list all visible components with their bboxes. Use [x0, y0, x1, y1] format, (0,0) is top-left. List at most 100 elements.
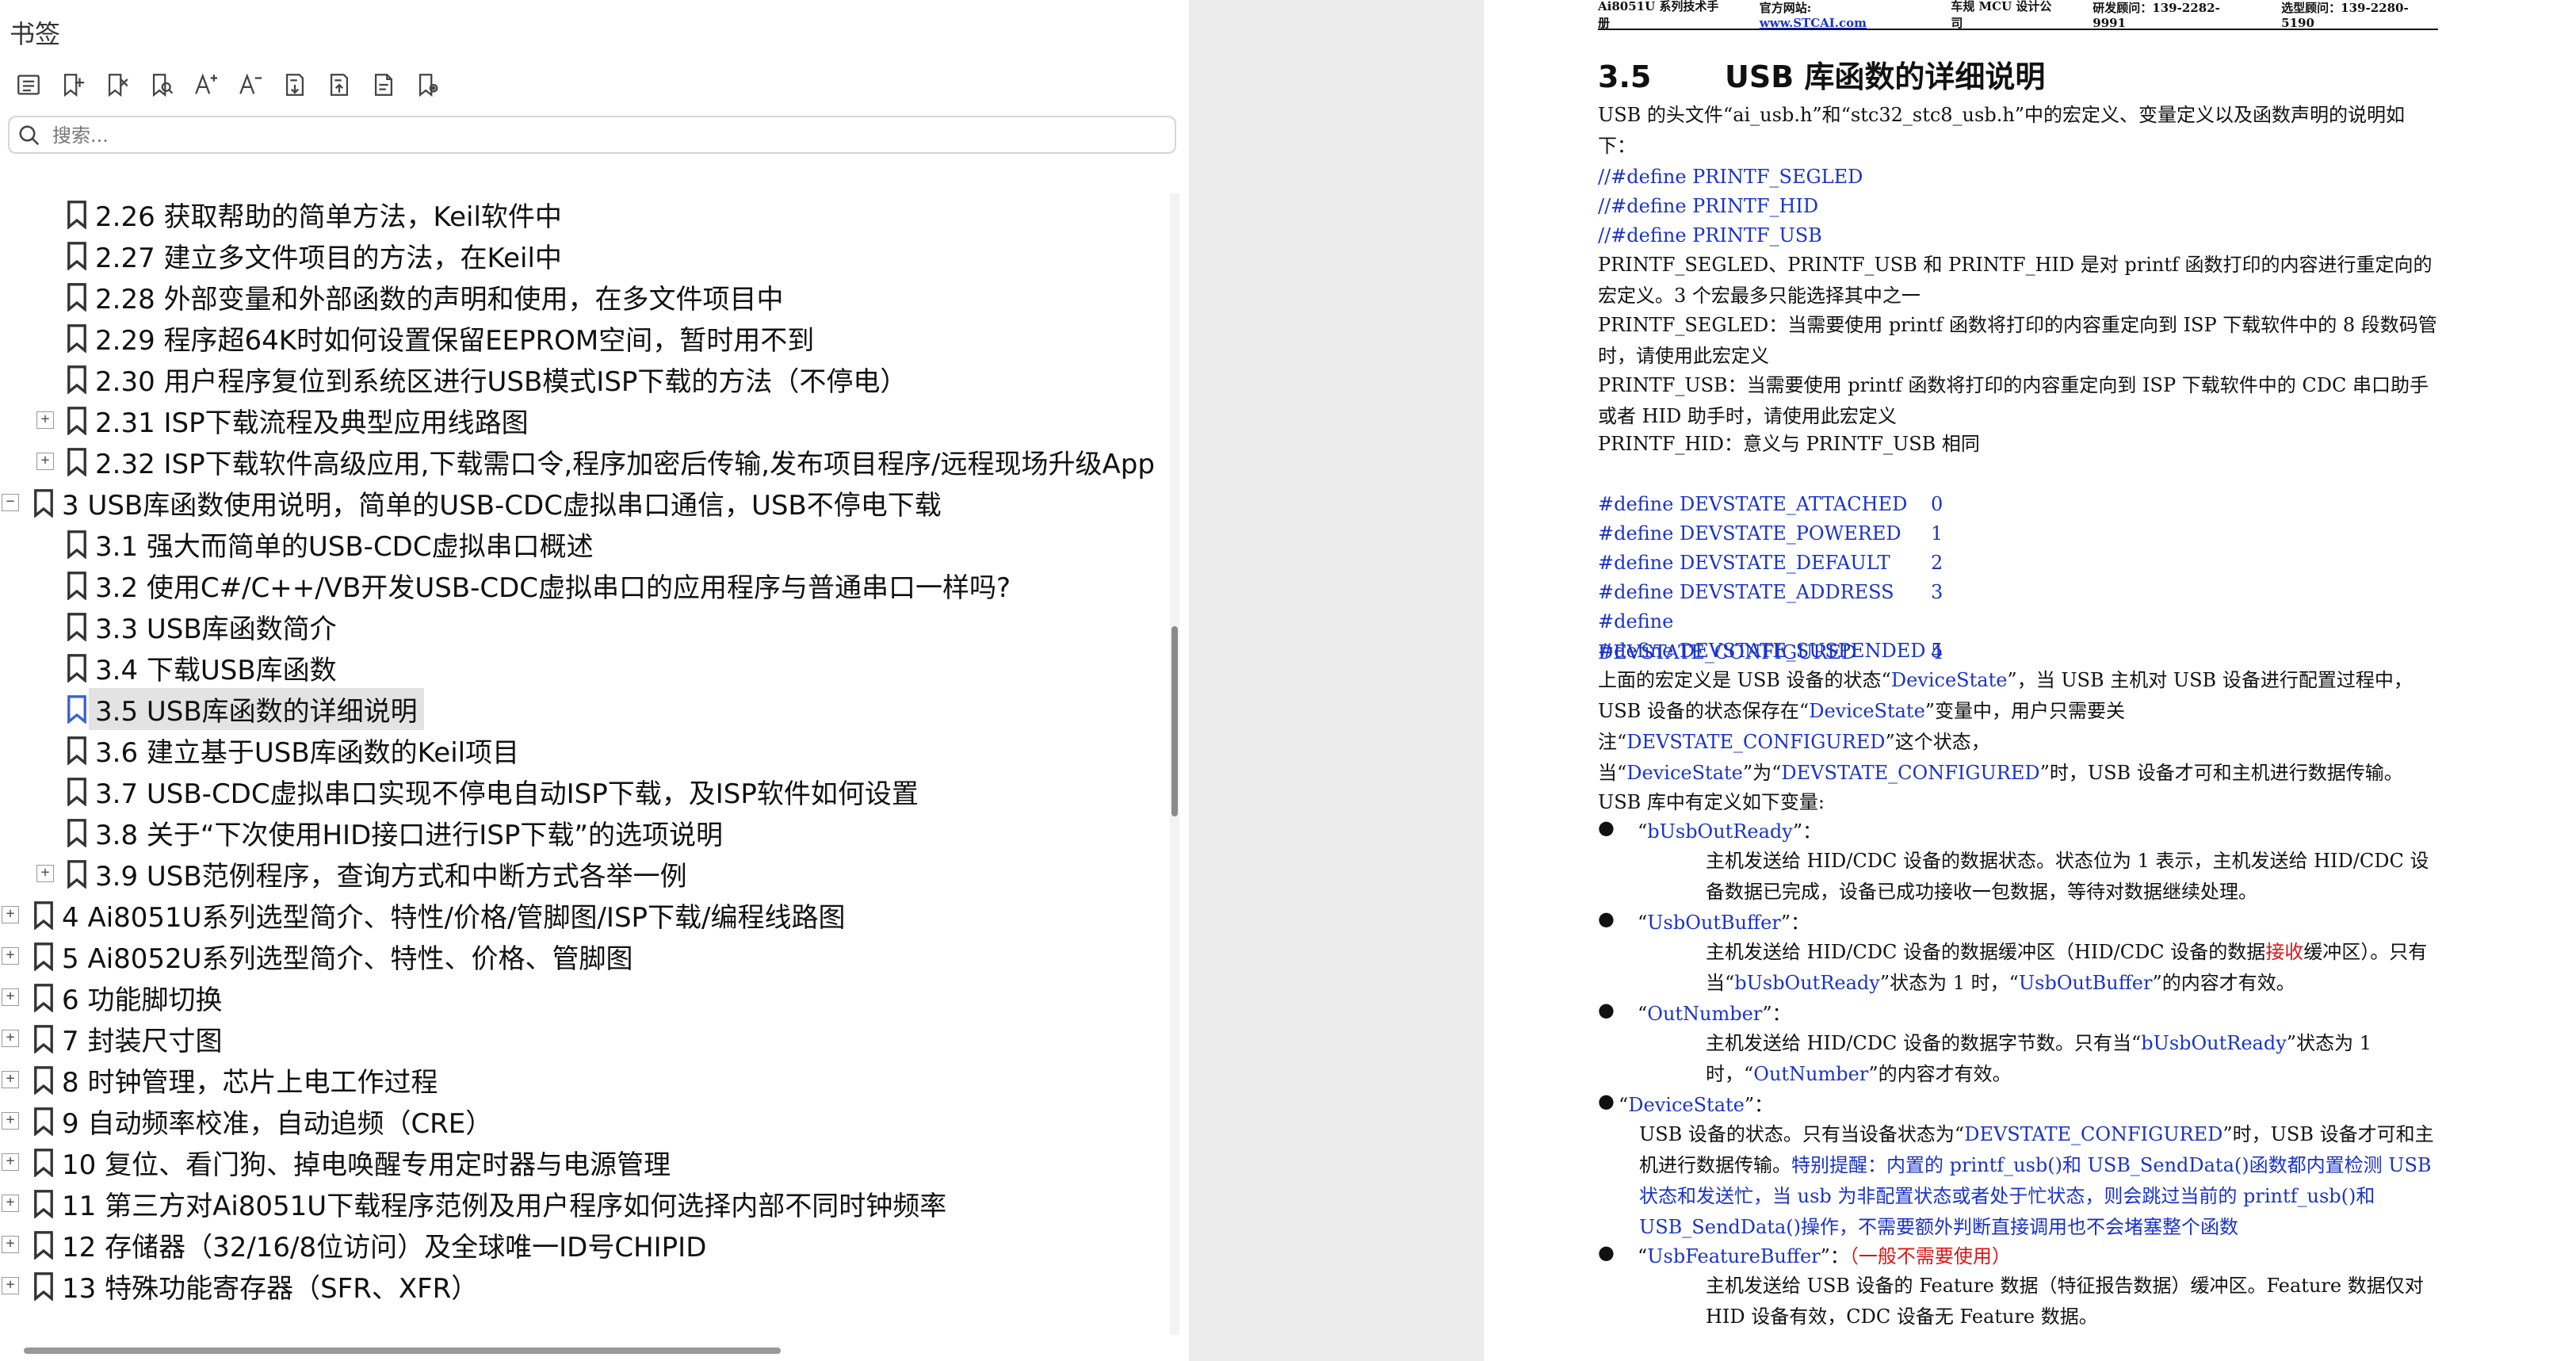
- bookmark-item[interactable]: +4 Ai8051U系列选型简介、特性/价格/管脚图/ISP下载/编程线路图: [0, 894, 1165, 935]
- bookmark-item[interactable]: +13 特殊功能寄存器（SFR、XFR）: [0, 1265, 1165, 1306]
- bookmark-label: 3 USB库函数使用说明，简单的USB-CDC虚拟串口通信，USB不停电下载: [62, 489, 942, 522]
- var-name-busboutready: “bUsbOutReady”：: [1638, 820, 1822, 843]
- expand-toggle-icon[interactable]: +: [2, 1195, 19, 1212]
- bookmark-icon: [67, 818, 87, 848]
- expand-toggle-icon[interactable]: +: [2, 1236, 19, 1253]
- bookmark-item[interactable]: 2.30 用户程序复位到系统区进行USB模式ISP下载的方法（不停电）: [0, 358, 1165, 400]
- bookmark-label: 2.32 ISP下载软件高级应用,下载需口令,程序加密后传输,发布项目程序/远程…: [95, 448, 1155, 480]
- bookmark-icon: [67, 736, 87, 766]
- collapse-all-icon[interactable]: [320, 66, 358, 104]
- expand-toggle-icon[interactable]: +: [2, 1030, 19, 1047]
- expand-toggle-icon[interactable]: +: [2, 1277, 19, 1294]
- var-name-usbfeaturebuffer: “UsbFeatureBuffer”：（一般不需要使用）: [1638, 1245, 2011, 1267]
- var-desc-usboutbuffer: 主机发送给 HID/CDC 设备的数据缓冲区（HID/CDC 设备的数据接收缓冲…: [1706, 941, 2428, 994]
- expand-toggle-icon[interactable]: +: [36, 453, 54, 470]
- bookmark-icon: [67, 447, 87, 477]
- bookmark-item[interactable]: +12 存储器（32/16/8位访问）及全球唯一ID号CHIPID: [0, 1224, 1165, 1265]
- bookmark-label: 11 第三方对Ai8051U下载程序范例及用户程序如何选择内部不同时钟频率: [62, 1190, 947, 1222]
- search-bookmark-icon[interactable]: [143, 66, 181, 104]
- bookmark-item[interactable]: 3.4 下载USB库函数: [0, 647, 1165, 688]
- bookmark-search-field[interactable]: [8, 116, 1176, 154]
- expand-toggle-icon[interactable]: +: [36, 865, 54, 882]
- add-bookmark-icon[interactable]: [54, 66, 92, 104]
- bookmark-item[interactable]: +2.32 ISP下载软件高级应用,下载需口令,程序加密后传输,发布项目程序/远…: [0, 441, 1165, 482]
- bookmark-icon: [67, 612, 87, 642]
- bookmark-label: 3.8 关于“下次使用HID接口进行ISP下载”的选项说明: [95, 819, 723, 851]
- bookmark-icon: [67, 859, 87, 889]
- usb-description: PRINTF_USB：当需要使用 printf 函数将打印的内容重定向到 ISP…: [1598, 374, 2429, 427]
- bookmark-icon: [67, 694, 87, 724]
- bookmark-search-input[interactable]: [51, 120, 1164, 151]
- bookmark-item[interactable]: +10 复位、看门狗、掉电唤醒专用定时器与电源管理: [0, 1141, 1165, 1183]
- devstate-paragraph: 上面的宏定义是 USB 设备的状态“DeviceState”，当 USB 主机对…: [1598, 669, 2413, 784]
- bookmark-item[interactable]: 2.28 外部变量和外部函数的声明和使用，在多文件项目中: [0, 276, 1165, 317]
- bookmark-icon: [67, 282, 87, 312]
- bookmark-item[interactable]: +3.9 USB范例程序，查询方式和中断方式各举一例: [0, 853, 1165, 894]
- bookmark-icon: [33, 983, 54, 1013]
- printf-define-3: //#define PRINTF_USB: [1598, 224, 1822, 247]
- bookmark-icon: [67, 241, 87, 271]
- bullet-dot: ●: [1598, 999, 1615, 1021]
- header-site: 官方网站: www.STCAI.com: [1759, 0, 1867, 30]
- bookmark-item[interactable]: 2.29 程序超64K时如何设置保留EEPROM空间，暂时用不到: [0, 317, 1165, 358]
- bullet-dot: ●: [1598, 816, 1615, 839]
- bookmark-item[interactable]: +8 时钟管理，芯片上电工作过程: [0, 1059, 1165, 1100]
- bullet-dot: ●: [1598, 1090, 1615, 1112]
- bookmark-item[interactable]: 3.2 使用C#/C++/VB开发USB-CDC虚拟串口的应用程序与普通串口一样…: [0, 564, 1165, 606]
- bookmark-item[interactable]: +5 Ai8052U系列选型简介、特性、价格、管脚图: [0, 935, 1165, 977]
- expand-toggle-icon[interactable]: +: [2, 1071, 19, 1088]
- bookmark-item[interactable]: 3.6 建立基于USB库函数的Keil项目: [0, 729, 1165, 770]
- bookmark-item[interactable]: 3.5 USB库函数的详细说明: [0, 687, 1165, 730]
- bookmark-item[interactable]: 3.3 USB库函数简介: [0, 606, 1165, 647]
- bookmark-item[interactable]: +11 第三方对Ai8051U下载程序范例及用户程序如何选择内部不同时钟频率: [0, 1183, 1165, 1224]
- expand-toggle-icon[interactable]: +: [2, 1112, 19, 1130]
- printf-define-1: //#define PRINTF_SEGLED: [1598, 166, 1863, 188]
- font-smaller-icon[interactable]: [231, 66, 269, 104]
- delete-bookmark-icon[interactable]: [98, 66, 136, 104]
- bookmark-item[interactable]: 3.7 USB-CDC虚拟串口实现不停电自动ISP下载，及ISP软件如何设置: [0, 770, 1165, 812]
- bookmark-item[interactable]: 2.27 建立多文件项目的方法，在Keil中: [0, 235, 1165, 276]
- printf-description: PRINTF_SEGLED、PRINTF_USB 和 PRINTF_HID 是对…: [1598, 254, 2433, 307]
- horizontal-scrollbar-thumb[interactable]: [24, 1348, 781, 1354]
- expand-all-icon[interactable]: [276, 66, 314, 104]
- bookmark-icon: [67, 777, 87, 807]
- bookmark-label: 2.28 外部变量和外部函数的声明和使用，在多文件项目中: [95, 283, 784, 315]
- bookmark-file-icon[interactable]: [365, 66, 403, 104]
- bookmark-item[interactable]: 2.26 获取帮助的简单方法，Keil软件中: [0, 193, 1165, 235]
- bookmarks-panel: 书签 2.26 获取帮助的简单方法，Keil软件中 2.27 建立多文件项目的方法…: [0, 0, 1189, 1361]
- vertical-scrollbar-thumb[interactable]: [1171, 626, 1178, 816]
- bookmark-settings-icon[interactable]: [409, 66, 447, 104]
- bookmark-label: 5 Ai8052U系列选型简介、特性、价格、管脚图: [62, 942, 633, 975]
- expand-toggle-icon[interactable]: +: [2, 947, 19, 965]
- bullet-dot: ●: [1598, 908, 1615, 930]
- bookmarks-title: 书签: [10, 19, 61, 49]
- bookmark-item[interactable]: +2.31 ISP下载流程及典型应用线路图: [0, 400, 1165, 441]
- bookmark-icon: [33, 1230, 54, 1260]
- collapse-toggle-icon[interactable]: −: [2, 494, 19, 511]
- bookmark-label: 2.26 获取帮助的简单方法，Keil软件中: [95, 201, 562, 233]
- header-sel-consult: 选型顾问：139-2280-5190: [2281, 0, 2409, 30]
- expand-toggle-icon[interactable]: +: [2, 1153, 19, 1171]
- bookmark-label: 3.1 强大而简单的USB-CDC虚拟串口概述: [95, 530, 594, 563]
- bookmark-item[interactable]: 3.8 关于“下次使用HID接口进行ISP下载”的选项说明: [0, 812, 1165, 853]
- expand-toggle-icon[interactable]: +: [2, 906, 19, 923]
- header-manual: Ai8051U 系列技术手册: [1598, 0, 1719, 30]
- expand-toggle-icon[interactable]: +: [2, 988, 19, 1006]
- devstate-define-1: #define DEVSTATE_POWERED 1: [1598, 522, 1943, 545]
- devstate-define-0: #define DEVSTATE_ATTACHED 0: [1598, 493, 1943, 515]
- site-link[interactable]: www.STCAI.com: [1760, 16, 1867, 30]
- font-larger-icon[interactable]: [187, 66, 225, 104]
- bookmark-item[interactable]: +6 功能脚切换: [0, 977, 1165, 1018]
- bookmark-item[interactable]: +9 自动频率校准，自动追频（CRE）: [0, 1100, 1165, 1141]
- bookmark-label: 8 时钟管理，芯片上电工作过程: [62, 1066, 438, 1099]
- bookmark-item[interactable]: +7 封装尺寸图: [0, 1018, 1165, 1059]
- expand-toggle-icon[interactable]: +: [36, 411, 54, 429]
- segled-description: PRINTF_SEGLED：当需要使用 printf 函数将打印的内容重定向到 …: [1598, 314, 2437, 367]
- list-view-icon[interactable]: [10, 66, 48, 104]
- bookmark-item[interactable]: 3.1 强大而简单的USB-CDC虚拟串口概述: [0, 523, 1165, 564]
- header-rd-consult: 研发顾问：139-2282-9991: [2093, 0, 2220, 30]
- bookmark-icon: [33, 1024, 54, 1054]
- bookmark-label: 3.2 使用C#/C++/VB开发USB-CDC虚拟串口的应用程序与普通串口一样…: [95, 572, 1011, 604]
- bookmark-item[interactable]: − 3 USB库函数使用说明，简单的USB-CDC虚拟串口通信，USB不停电下载: [0, 482, 1165, 523]
- var-name-usboutbuffer: “UsbOutBuffer”：: [1638, 912, 1810, 934]
